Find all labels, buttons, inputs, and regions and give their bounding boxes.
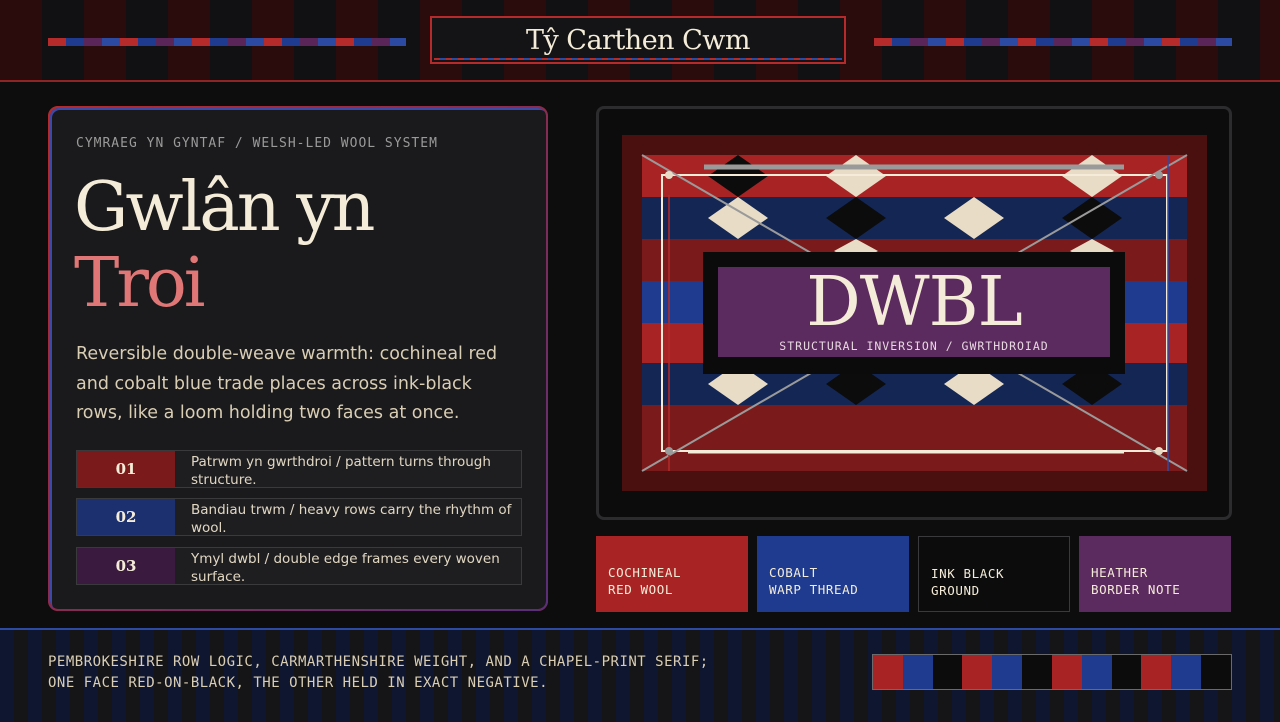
swatch-ink-black[interactable]: INK BLACK GROUND <box>918 536 1070 612</box>
color-chip <box>873 655 903 689</box>
artwork-subtitle: STRUCTURAL INVERSION / GWRTHDROIAD <box>779 339 1049 353</box>
feature-row: 03 Ymyl dwbl / double edge frames every … <box>76 547 522 585</box>
header-bar: Tŷ Carthen Cwm <box>0 0 1280 82</box>
swatch-label-line2: RED WOOL <box>608 582 674 597</box>
feature-text: Bandiau trwm / heavy rows carry the rhyt… <box>191 502 512 536</box>
footer-bar: PEMBROKESHIRE ROW LOGIC, CARMARTHENSHIRE… <box>0 628 1280 722</box>
color-chip <box>1022 655 1052 689</box>
feature-number: 03 <box>77 548 175 584</box>
swatch-label-line2: BORDER NOTE <box>1091 582 1181 597</box>
eyebrow-text: CYMRAEG YN GYNTAF / WELSH-LED WOOL SYSTE… <box>76 136 438 151</box>
brand-name: Tŷ Carthen Cwm <box>525 24 751 56</box>
color-chip <box>1171 655 1202 689</box>
swatch-heather[interactable]: HEATHER BORDER NOTE <box>1079 536 1231 612</box>
swatch-cochineal-red[interactable]: COCHINEAL RED WOOL <box>596 536 748 612</box>
artwork-title: DWBL <box>806 263 1023 342</box>
feature-row: 01 Patrwm yn gwrthdroi / pattern turns t… <box>76 450 522 488</box>
header-stripe-left <box>48 38 406 46</box>
hero-title-line2: Troi <box>74 244 206 323</box>
feature-text: Ymyl dwbl / double edge frames every wov… <box>191 551 500 585</box>
color-chip <box>1081 655 1112 689</box>
color-chip <box>1051 655 1082 689</box>
artwork-title-panel: DWBL STRUCTURAL INVERSION / GWRTHDROIAD <box>718 267 1110 357</box>
feature-number: 01 <box>77 451 175 487</box>
swatch-cobalt-blue[interactable]: COBALT WARP THREAD <box>757 536 909 612</box>
color-chip <box>1111 655 1142 689</box>
header-stripe-right <box>874 38 1232 46</box>
swatch-label-line1: COBALT <box>769 565 818 580</box>
swatch-label-line1: COCHINEAL <box>608 565 682 580</box>
swatch-label-line1: INK BLACK <box>931 566 1005 581</box>
color-chip <box>902 655 933 689</box>
swatch-label-line1: HEATHER <box>1091 565 1148 580</box>
color-chip-strip <box>872 654 1232 690</box>
color-chip <box>932 655 963 689</box>
color-chip <box>992 655 1023 689</box>
hero-title-line1: Gwlân yn <box>74 168 375 247</box>
hero-description: Reversible double-weave warmth: cochinea… <box>76 344 498 423</box>
footer-text: PEMBROKESHIRE ROW LOGIC, CARMARTHENSHIRE… <box>48 652 709 694</box>
color-chip <box>1201 655 1231 689</box>
brand-logo[interactable]: Tŷ Carthen Cwm <box>430 16 846 64</box>
color-chip <box>1141 655 1172 689</box>
feature-text: Patrwm yn gwrthdroi / pattern turns thro… <box>191 454 491 488</box>
feature-number: 02 <box>77 499 175 535</box>
feature-row: 02 Bandiau trwm / heavy rows carry the r… <box>76 498 522 536</box>
footer-line1: PEMBROKESHIRE ROW LOGIC, CARMARTHENSHIRE… <box>48 654 709 670</box>
swatch-label-line2: WARP THREAD <box>769 582 859 597</box>
color-chip <box>962 655 993 689</box>
footer-line2: ONE FACE RED-ON-BLACK, THE OTHER HELD IN… <box>48 675 549 691</box>
hero-panel: CYMRAEG YN GYNTAF / WELSH-LED WOOL SYSTE… <box>48 106 548 611</box>
swatch-label-line2: GROUND <box>931 583 980 598</box>
